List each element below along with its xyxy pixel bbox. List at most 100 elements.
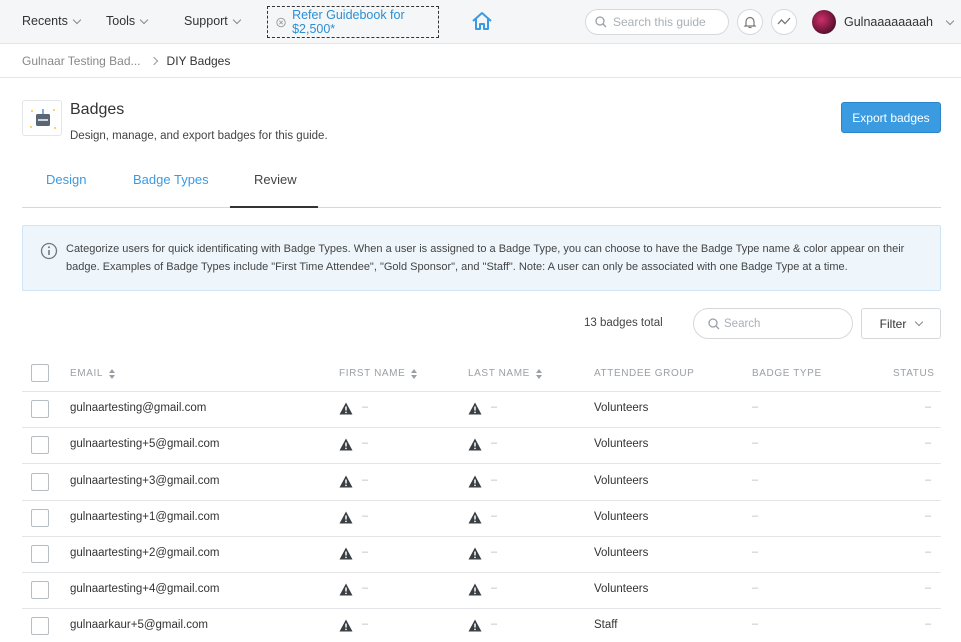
- warning-icon: [339, 475, 353, 491]
- table-search-placeholder: Search: [724, 317, 761, 330]
- warning-icon: [468, 402, 482, 418]
- filter-label: Filter: [879, 316, 907, 331]
- breadcrumb-parent[interactable]: Gulnaar Testing Bad...: [22, 54, 141, 68]
- search-icon: [708, 317, 720, 329]
- row-checkbox[interactable]: [31, 472, 49, 491]
- row-checkbox[interactable]: [31, 436, 49, 455]
- filter-button[interactable]: Filter: [861, 308, 941, 339]
- status-cell: –: [925, 545, 932, 558]
- last-name-cell: –: [491, 582, 498, 595]
- info-text: Categorize users for quick identificatin…: [66, 243, 905, 273]
- row-checkbox[interactable]: [31, 544, 49, 563]
- attendee-group-cell: Volunteers: [594, 402, 649, 415]
- column-last-name[interactable]: LAST NAME: [468, 368, 542, 379]
- email-cell: gulnaartesting+4@gmail.com: [70, 583, 220, 596]
- support-label: Support: [184, 14, 228, 28]
- info-banner: Categorize users for quick identificatin…: [22, 225, 941, 291]
- recents-menu[interactable]: Recents: [22, 14, 82, 28]
- email-cell: gulnaartesting@gmail.com: [70, 402, 207, 415]
- last-name-cell: –: [491, 618, 498, 631]
- last-name-cell: –: [491, 545, 498, 558]
- bell-icon: [743, 16, 757, 29]
- breadcrumb: Gulnaar Testing Bad... DIY Badges: [22, 54, 230, 68]
- chevron-right-icon: [149, 56, 158, 66]
- column-attendee-group: ATTENDEE GROUP: [594, 368, 695, 379]
- select-all-checkbox[interactable]: [31, 364, 49, 382]
- close-circle-icon[interactable]: [276, 17, 286, 28]
- table-search-input[interactable]: Search: [693, 308, 853, 339]
- tab-design[interactable]: Design: [46, 172, 86, 187]
- active-tab-indicator: [230, 206, 318, 208]
- row-divider: [22, 391, 941, 392]
- warning-icon: [468, 619, 482, 635]
- row-divider: [22, 463, 941, 465]
- first-name-cell: –: [362, 509, 369, 522]
- chevron-down-icon: [232, 15, 242, 24]
- last-name-cell: –: [491, 509, 498, 522]
- badge-count: 13 badges total: [584, 317, 663, 329]
- warning-icon: [468, 511, 482, 527]
- user-name: Gulnaaaaaaaah: [844, 15, 933, 29]
- status-cell: –: [925, 509, 932, 522]
- status-cell: –: [925, 473, 932, 486]
- status-cell: –: [925, 401, 932, 414]
- column-email[interactable]: EMAIL: [70, 368, 116, 379]
- user-menu[interactable]: Gulnaaaaaaaah: [812, 10, 955, 34]
- sort-icon: [535, 368, 542, 379]
- breadcrumb-current: DIY Badges: [166, 54, 231, 68]
- first-name-cell: –: [362, 582, 369, 595]
- badge-type-cell: –: [752, 509, 759, 522]
- badge-type-cell: –: [752, 401, 759, 414]
- column-first-name-label: FIRST NAME: [339, 368, 406, 379]
- avatar: [812, 10, 836, 34]
- first-name-cell: –: [362, 473, 369, 486]
- badge-type-cell: –: [752, 582, 759, 595]
- row-divider: [22, 535, 941, 537]
- chevron-down-icon: [72, 15, 82, 24]
- warning-icon: [339, 583, 353, 599]
- badge-type-cell: –: [752, 618, 759, 631]
- warning-icon: [468, 547, 482, 563]
- activity-button[interactable]: [771, 9, 797, 35]
- warning-icon: [339, 402, 353, 418]
- guide-search-placeholder: Search this guide: [613, 15, 706, 29]
- last-name-cell: –: [491, 473, 498, 486]
- row-checkbox[interactable]: [31, 617, 49, 636]
- status-cell: –: [925, 618, 932, 631]
- recents-label: Recents: [22, 14, 68, 28]
- email-cell: gulnaartesting+1@gmail.com: [70, 510, 220, 523]
- notifications-button[interactable]: [737, 9, 763, 35]
- sort-icon: [109, 368, 116, 379]
- tab-badge-types[interactable]: Badge Types: [133, 172, 209, 187]
- refer-button[interactable]: Refer Guidebook for $2,500*: [267, 6, 439, 38]
- status-cell: –: [925, 437, 932, 450]
- support-menu[interactable]: Support: [184, 14, 242, 28]
- divider: [0, 77, 961, 78]
- guide-search-input[interactable]: Search this guide: [585, 9, 729, 35]
- row-checkbox[interactable]: [31, 581, 49, 600]
- first-name-cell: –: [362, 401, 369, 414]
- tab-review[interactable]: Review: [254, 172, 297, 187]
- warning-icon: [339, 547, 353, 563]
- tools-menu[interactable]: Tools: [106, 14, 149, 28]
- info-icon: [40, 242, 58, 260]
- email-cell: gulnaartesting+2@gmail.com: [70, 546, 220, 559]
- badges-feature-icon: [22, 100, 62, 136]
- attendee-group-cell: Volunteers: [594, 546, 649, 559]
- row-checkbox[interactable]: [31, 400, 49, 419]
- warning-icon: [339, 511, 353, 527]
- export-badges-button[interactable]: Export badges: [841, 102, 941, 133]
- first-name-cell: –: [362, 545, 369, 558]
- column-first-name[interactable]: FIRST NAME: [339, 368, 418, 379]
- chevron-down-icon: [915, 317, 924, 327]
- warning-icon: [339, 438, 353, 454]
- chevron-down-icon: [139, 15, 149, 24]
- warning-icon: [468, 438, 482, 454]
- attendee-group-cell: Volunteers: [594, 583, 649, 596]
- home-icon[interactable]: [471, 10, 493, 32]
- column-email-label: EMAIL: [70, 368, 104, 379]
- row-divider: [22, 427, 941, 429]
- first-name-cell: –: [362, 437, 369, 450]
- row-checkbox[interactable]: [31, 508, 49, 527]
- attendee-group-cell: Volunteers: [594, 438, 649, 451]
